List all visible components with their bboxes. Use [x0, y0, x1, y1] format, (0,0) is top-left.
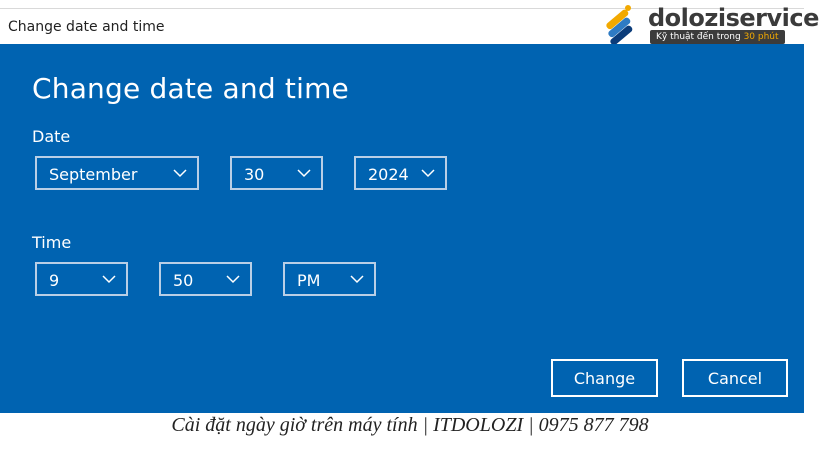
hour-dropdown[interactable]: 9 — [35, 262, 128, 296]
year-dropdown[interactable]: 2024 — [354, 156, 447, 190]
logo-brand-text: doloziservice — [648, 4, 819, 32]
dialog-heading: Change date and time — [32, 72, 349, 105]
minute-value: 50 — [173, 271, 194, 290]
cancel-button[interactable]: Cancel — [682, 359, 788, 397]
date-label: Date — [32, 127, 71, 146]
month-dropdown[interactable]: September — [35, 156, 199, 190]
change-date-time-dialog: Change date and time Date September 30 2… — [0, 44, 804, 413]
ampm-value: PM — [297, 271, 321, 290]
chevron-down-icon — [226, 275, 240, 284]
day-value: 30 — [244, 165, 265, 184]
day-dropdown[interactable]: 30 — [230, 156, 323, 190]
minute-dropdown[interactable]: 50 — [159, 262, 252, 296]
year-value: 2024 — [368, 165, 409, 184]
logo-mark-icon — [606, 5, 633, 46]
chevron-down-icon — [173, 169, 187, 178]
doloziservice-logo: doloziservice Kỹ thuật đến trong 30 phút — [598, 2, 820, 46]
chevron-down-icon — [421, 169, 435, 178]
chevron-down-icon — [102, 275, 116, 284]
logo-tagline: Kỹ thuật đến trong 30 phút — [650, 30, 785, 44]
window-title: Change date and time — [8, 19, 165, 35]
change-button[interactable]: Change — [551, 359, 658, 397]
chevron-down-icon — [297, 169, 311, 178]
month-value: September — [49, 165, 138, 184]
logo-tagline-prefix: Kỹ thuật đến trong — [656, 32, 741, 42]
chevron-down-icon — [350, 275, 364, 284]
ampm-dropdown[interactable]: PM — [283, 262, 376, 296]
hour-value: 9 — [49, 271, 60, 290]
logo-tagline-highlight: 30 phút — [743, 32, 779, 42]
caption-text: Cài đặt ngày giờ trên máy tính | ITDOLOZ… — [171, 414, 649, 436]
time-label: Time — [32, 233, 72, 252]
